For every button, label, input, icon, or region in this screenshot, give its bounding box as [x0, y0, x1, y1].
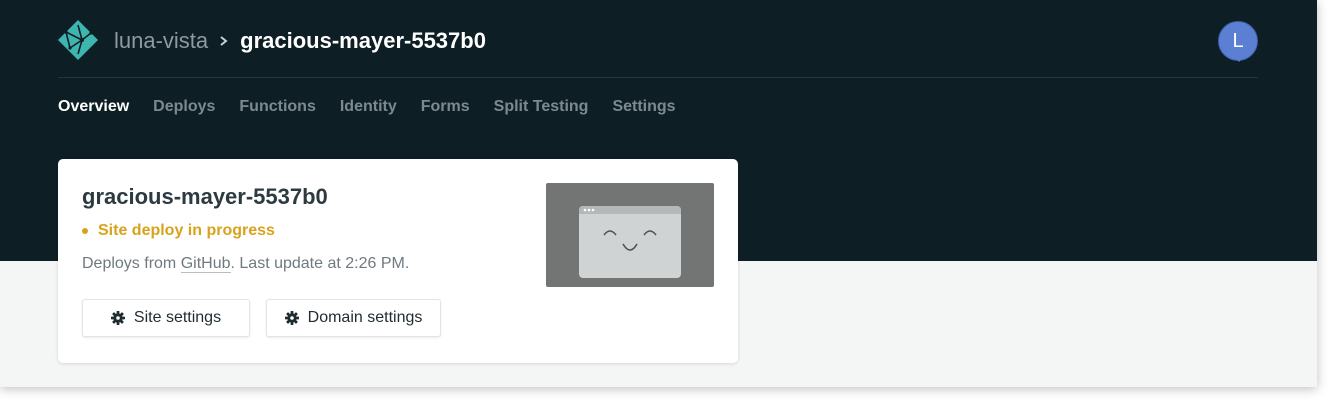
browser-smiley-icon [579, 206, 681, 278]
tab-functions[interactable]: Functions [239, 97, 315, 117]
deploy-info: Deploys from GitHub. Last update at 2:26… [82, 255, 409, 273]
smiley-face-icon [583, 208, 657, 251]
gear-icon [284, 311, 299, 325]
site-preview-thumbnail[interactable] [546, 183, 714, 287]
site-nav-tabs: Overview Deploys Functions Identity Form… [58, 97, 700, 117]
avatar-pointer [1234, 56, 1244, 62]
tab-overview[interactable]: Overview [58, 97, 129, 117]
netlify-logo-icon[interactable] [58, 20, 98, 60]
site-overview-card: gracious-mayer-5537b0 Site deploy in pro… [58, 159, 738, 363]
chevron-right-icon [220, 36, 228, 46]
tab-split-testing[interactable]: Split Testing [494, 97, 589, 117]
breadcrumb: luna-vista gracious-mayer-5537b0 [114, 28, 486, 54]
deploy-status: Site deploy in progress [82, 222, 275, 240]
header-divider [58, 77, 1258, 78]
tab-forms[interactable]: Forms [421, 97, 470, 117]
breadcrumb-team-link[interactable]: luna-vista [114, 28, 208, 54]
status-dot-icon [82, 228, 88, 234]
site-title: gracious-mayer-5537b0 [82, 184, 328, 209]
github-link[interactable]: GitHub [180, 255, 231, 273]
tab-identity[interactable]: Identity [340, 97, 397, 117]
top-bar: luna-vista gracious-mayer-5537b0 L [58, 20, 1258, 64]
tab-settings[interactable]: Settings [612, 97, 675, 117]
domain-settings-button[interactable]: Domain settings [266, 299, 441, 337]
breadcrumb-site-name[interactable]: gracious-mayer-5537b0 [240, 28, 486, 54]
app-window: luna-vista gracious-mayer-5537b0 L Overv… [0, 0, 1317, 387]
status-text: Site deploy in progress [98, 222, 275, 239]
tab-deploys[interactable]: Deploys [153, 97, 215, 117]
site-settings-button[interactable]: Site settings [82, 299, 250, 337]
gear-icon [110, 311, 125, 325]
deploy-info-suffix: . Last update at 2:26 PM. [230, 255, 410, 272]
domain-settings-label: Domain settings [307, 309, 423, 326]
user-avatar[interactable]: L [1218, 21, 1258, 61]
deploy-info-prefix: Deploys from [82, 255, 181, 272]
site-settings-label: Site settings [133, 309, 222, 326]
